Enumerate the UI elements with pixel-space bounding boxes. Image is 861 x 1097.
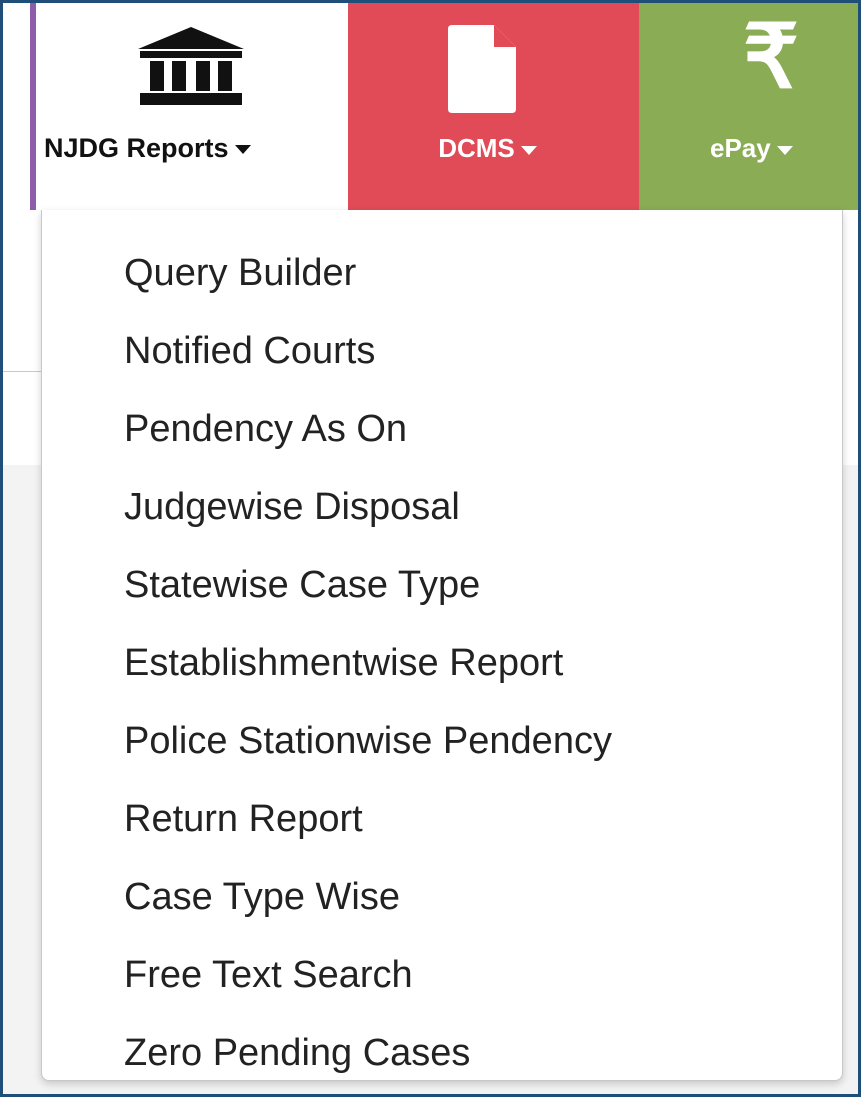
menu-item-case-type-wise[interactable]: Case Type Wise — [42, 860, 842, 930]
chevron-down-icon — [234, 145, 251, 155]
menu-item-establishmentwise-report[interactable]: Establishmentwise Report — [42, 626, 842, 696]
menu-item-label: Establishmentwise Report — [124, 642, 564, 684]
nav-njdg-reports[interactable]: NJDG Reports — [36, 3, 348, 210]
menu-item-pendency-as-on[interactable]: Pendency As On — [42, 392, 842, 462]
nav-label-njdg: NJDG Reports — [44, 133, 356, 164]
menu-item-statewise-case-type[interactable]: Statewise Case Type — [42, 548, 842, 618]
menu-item-label: Pendency As On — [124, 408, 408, 450]
menu-item-label: Case Type Wise — [124, 876, 400, 918]
menu-item-return-report[interactable]: Return Report — [42, 782, 842, 852]
bank-icon — [136, 27, 246, 112]
menu-item-label: Return Report — [124, 798, 363, 840]
menu-item-label: Notified Courts — [124, 330, 376, 372]
rupee-icon: ₹ — [743, 7, 799, 106]
menu-item-label: Statewise Case Type — [124, 564, 481, 606]
menu-item-label: Query Builder — [124, 252, 357, 294]
document-icon — [448, 25, 520, 118]
menu-item-judgewise-disposal[interactable]: Judgewise Disposal — [42, 470, 842, 540]
njdg-reports-dropdown: Query Builder Notified Courts Pendency A… — [41, 210, 843, 1081]
screenshot-frame: NJDG Reports DCMS ₹ ePay Query Builder N… — [0, 0, 861, 1097]
menu-item-zero-pending-cases[interactable]: Zero Pending Cases — [42, 1016, 842, 1086]
nav-label-epay: ePay — [710, 133, 858, 164]
menu-item-label: Police Stationwise Pendency — [124, 720, 612, 762]
menu-item-label: Free Text Search — [124, 954, 413, 996]
chevron-down-icon — [776, 145, 793, 155]
nav-label-dcms: DCMS — [342, 133, 633, 164]
menu-item-label: Judgewise Disposal — [124, 486, 460, 528]
menu-item-free-text-search[interactable]: Free Text Search — [42, 938, 842, 1008]
top-navbar: NJDG Reports DCMS ₹ ePay — [3, 3, 858, 210]
chevron-down-icon — [520, 145, 537, 155]
menu-item-label: Zero Pending Cases — [124, 1032, 471, 1074]
nav-epay[interactable]: ₹ ePay — [639, 3, 858, 210]
menu-item-notified-courts[interactable]: Notified Courts — [42, 314, 842, 384]
menu-item-query-builder[interactable]: Query Builder — [42, 236, 842, 306]
menu-item-police-stationwise-pendency[interactable]: Police Stationwise Pendency — [42, 704, 842, 774]
nav-dcms[interactable]: DCMS — [348, 3, 639, 210]
